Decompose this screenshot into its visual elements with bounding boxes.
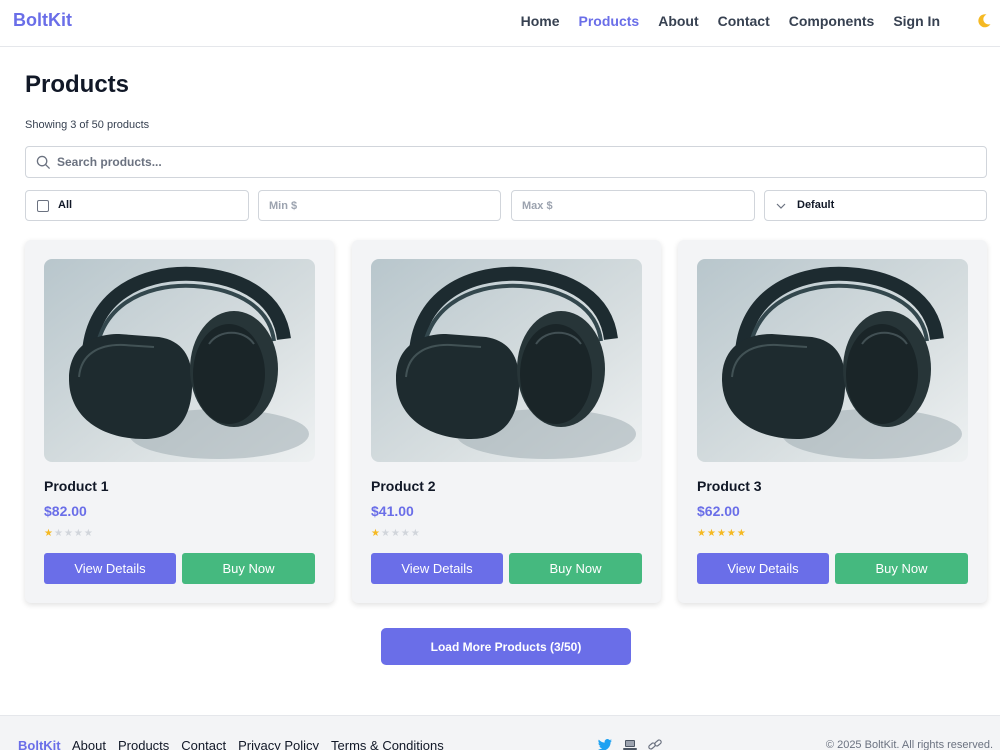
sort-select-value: Default xyxy=(797,199,835,211)
star-rating: ★★★★★ xyxy=(371,528,421,539)
product-price: $41.00 xyxy=(371,503,414,519)
buy-now-button[interactable]: Buy Now xyxy=(835,553,968,584)
footer-link-terms[interactable]: Terms & Conditions xyxy=(331,738,444,750)
product-price: $82.00 xyxy=(44,503,87,519)
laptop-icon[interactable] xyxy=(622,738,638,750)
category-checkbox[interactable] xyxy=(37,200,49,212)
nav-link-sign-in[interactable]: Sign In xyxy=(893,13,940,29)
product-card: Product 1 $82.00 ★★★★★ View Details Buy … xyxy=(25,240,334,603)
view-details-button[interactable]: View Details xyxy=(371,553,503,584)
star-filled-icon: ★ xyxy=(736,528,747,539)
load-more-button[interactable]: Load More Products (3/50) xyxy=(381,628,631,665)
product-price: $62.00 xyxy=(697,503,740,519)
max-price-field xyxy=(511,190,755,221)
star-rating: ★★★★★ xyxy=(44,528,94,539)
twitter-bird-icon[interactable] xyxy=(597,738,613,750)
star-empty-icon: ★ xyxy=(390,528,401,539)
moon-icon[interactable] xyxy=(976,13,992,29)
sort-select[interactable]: Default xyxy=(764,190,987,221)
footer-link-about[interactable]: About xyxy=(72,738,106,750)
product-name[interactable]: Product 3 xyxy=(697,478,762,494)
copyright-text: © 2025 BoltKit. All rights reserved. xyxy=(825,739,993,750)
star-empty-icon: ★ xyxy=(400,528,411,539)
category-filter-label: All xyxy=(58,199,73,211)
star-empty-icon: ★ xyxy=(73,528,84,539)
product-count-text: Showing 3 of 50 products xyxy=(25,119,150,131)
nav-link-contact[interactable]: Contact xyxy=(718,13,770,29)
star-filled-icon: ★ xyxy=(726,528,737,539)
star-filled-icon: ★ xyxy=(44,528,54,539)
footer-brand[interactable]: BoltKit xyxy=(18,738,61,750)
search-input[interactable] xyxy=(57,147,957,177)
product-image[interactable] xyxy=(371,259,642,462)
chevron-down-icon xyxy=(776,203,786,209)
product-card: Product 3 $62.00 ★★★★★ View Details Buy … xyxy=(678,240,987,603)
star-empty-icon: ★ xyxy=(53,528,64,539)
product-name[interactable]: Product 2 xyxy=(371,478,436,494)
link-icon[interactable] xyxy=(647,738,663,750)
max-price-input[interactable] xyxy=(522,191,722,220)
star-filled-icon: ★ xyxy=(716,528,727,539)
buy-now-button[interactable]: Buy Now xyxy=(182,553,315,584)
nav-link-components[interactable]: Components xyxy=(789,13,875,29)
view-details-button[interactable]: View Details xyxy=(697,553,829,584)
product-image[interactable] xyxy=(697,259,968,462)
star-filled-icon: ★ xyxy=(706,528,717,539)
star-empty-icon: ★ xyxy=(83,528,94,539)
view-details-button[interactable]: View Details xyxy=(44,553,176,584)
footer-link-products[interactable]: Products xyxy=(118,738,169,750)
footer-link-contact[interactable]: Contact xyxy=(181,738,226,750)
social-links xyxy=(597,738,663,750)
product-card: Product 2 $41.00 ★★★★★ View Details Buy … xyxy=(352,240,661,603)
star-empty-icon: ★ xyxy=(380,528,391,539)
min-price-field xyxy=(258,190,501,221)
top-navbar: BoltKit Home Products About Contact Comp… xyxy=(0,0,1000,47)
footer: BoltKit About Products Contact Privacy P… xyxy=(0,715,1000,750)
footer-link-privacy[interactable]: Privacy Policy xyxy=(238,738,319,750)
buy-now-button[interactable]: Buy Now xyxy=(509,553,642,584)
star-empty-icon: ★ xyxy=(410,528,421,539)
product-name[interactable]: Product 1 xyxy=(44,478,109,494)
star-rating: ★★★★★ xyxy=(697,528,747,539)
nav-link-about[interactable]: About xyxy=(658,13,698,29)
star-filled-icon: ★ xyxy=(371,528,381,539)
category-filter[interactable]: All xyxy=(25,190,249,221)
nav-link-products[interactable]: Products xyxy=(579,13,640,29)
nav-links: Home Products About Contact Components S… xyxy=(521,13,940,29)
search-bar xyxy=(25,146,987,178)
page-title: Products xyxy=(25,71,130,98)
product-image[interactable] xyxy=(44,259,315,462)
footer-links: About Products Contact Privacy Policy Te… xyxy=(72,738,444,750)
nav-link-home[interactable]: Home xyxy=(521,13,560,29)
brand-logo[interactable]: BoltKit xyxy=(13,10,72,31)
star-empty-icon: ★ xyxy=(63,528,74,539)
min-price-input[interactable] xyxy=(269,191,469,220)
star-filled-icon: ★ xyxy=(697,528,707,539)
search-icon xyxy=(36,155,51,170)
